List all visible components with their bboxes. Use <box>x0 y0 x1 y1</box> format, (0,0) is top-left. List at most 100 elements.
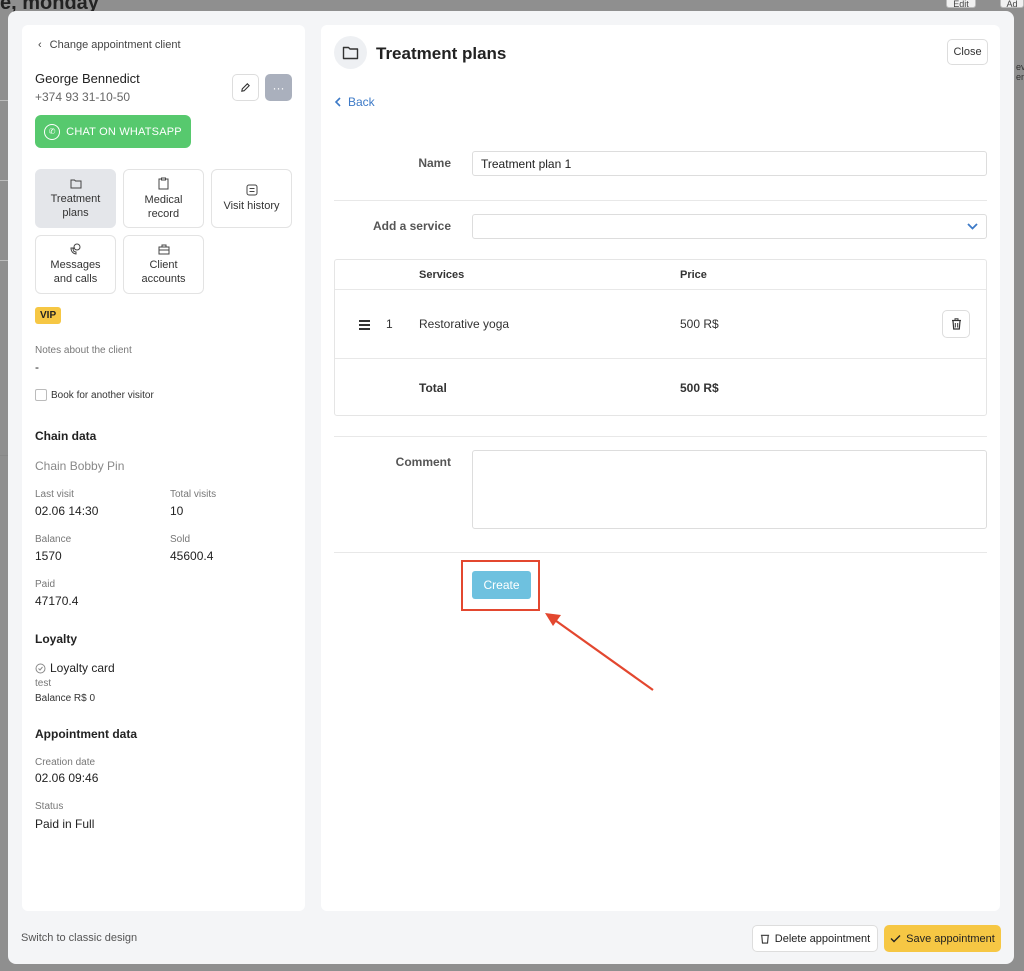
clipboard-icon <box>158 177 169 189</box>
more-options-button[interactable]: ··· <box>265 74 292 101</box>
balance-value: 1570 <box>35 549 62 563</box>
back-link[interactable]: Back <box>334 95 375 109</box>
panel-title: Treatment plans <box>376 44 507 63</box>
chevron-down-icon <box>967 223 978 230</box>
add-service-label: Add a service <box>372 219 451 233</box>
trash-icon <box>951 318 961 330</box>
switch-classic-design-link[interactable]: Switch to classic design <box>21 932 137 944</box>
sold-value: 45600.4 <box>170 549 214 563</box>
backdrop-gridline <box>0 180 8 181</box>
briefcase-icon <box>158 244 169 254</box>
tile-label: Treatment <box>50 192 101 205</box>
name-label: Name <box>418 156 451 170</box>
tile-medical-record[interactable]: Medical record <box>123 169 204 228</box>
divider <box>334 200 987 201</box>
appointment-data-heading: Appointment data <box>35 727 137 741</box>
save-appointment-button[interactable]: Save appointment <box>884 925 1001 952</box>
comment-textarea[interactable] <box>472 450 987 529</box>
comment-label: Comment <box>395 455 451 469</box>
backdrop-gridline <box>0 260 8 261</box>
create-highlight-box <box>461 560 540 611</box>
tile-label: Medical <box>144 193 183 206</box>
loyalty-balance: Balance R$ 0 <box>35 693 96 704</box>
appointment-modal: ‹ Change appointment client George Benne… <box>8 11 1014 964</box>
creation-date-value: 02.06 09:46 <box>35 771 99 785</box>
client-panel: ‹ Change appointment client George Benne… <box>22 25 305 911</box>
chain-name: Chain Bobby Pin <box>35 459 125 473</box>
tile-label: record <box>147 207 180 220</box>
trash-icon <box>760 934 769 944</box>
tile-label: Client <box>149 258 178 271</box>
back-label: Back <box>348 95 375 109</box>
status-label: Status <box>35 801 64 812</box>
table-row-divider <box>335 358 986 359</box>
backdrop-edit-button: Edit <box>946 0 976 8</box>
divider <box>334 436 987 437</box>
divider <box>334 552 987 553</box>
vip-badge: VIP <box>35 307 62 324</box>
treatment-plans-folder-badge <box>334 36 367 69</box>
tile-label: plans <box>62 206 89 219</box>
last-visit-label: Last visit <box>35 489 74 500</box>
client-name: George Bennedict <box>35 71 140 86</box>
row-price: 500 R$ <box>680 317 719 331</box>
delete-service-button[interactable] <box>942 310 970 338</box>
whatsapp-chat-button[interactable]: ✆ CHAT ON WHATSAPP <box>35 115 191 148</box>
backdrop-add-button: Ad <box>1000 0 1024 8</box>
total-visits-label: Total visits <box>170 489 217 500</box>
services-table: Services Price 1 Restorative yoga 500 R$… <box>334 259 987 416</box>
services-column-header: Services <box>419 269 465 281</box>
tile-messages-calls[interactable]: Messages and calls <box>35 235 116 294</box>
loyalty-card-icon <box>35 663 46 673</box>
client-phone: +374 93 31-10-50 <box>35 90 131 104</box>
total-visits-value: 10 <box>170 504 184 518</box>
change-client-link[interactable]: ‹ Change appointment client <box>38 39 181 51</box>
plan-name-input[interactable]: Treatment plan 1 <box>472 151 987 176</box>
folder-icon <box>342 46 359 60</box>
backdrop-gridline <box>0 455 8 456</box>
status-value: Paid in Full <box>35 817 95 831</box>
whatsapp-label: CHAT ON WHATSAPP <box>66 125 182 138</box>
balance-label: Balance <box>35 534 72 545</box>
sold-label: Sold <box>170 534 191 545</box>
book-other-label: Book for another visitor <box>51 389 154 401</box>
tile-visit-history[interactable]: Visit history <box>211 169 292 228</box>
row-index: 1 <box>386 317 393 331</box>
tile-label: Visit history <box>223 200 280 212</box>
book-other-checkbox[interactable] <box>35 389 47 401</box>
loyalty-card-sub: test <box>35 678 52 689</box>
paid-label: Paid <box>35 579 56 590</box>
delete-appointment-button[interactable]: Delete appointment <box>752 925 878 952</box>
delete-appointment-label: Delete appointment <box>774 932 871 945</box>
last-visit-value: 02.06 14:30 <box>35 504 99 518</box>
treatment-plans-panel: Treatment plans Close Back Name Treatmen… <box>321 25 1000 911</box>
chevron-left-icon: ‹ <box>38 39 42 51</box>
edit-client-button[interactable] <box>232 74 259 101</box>
chat-phone-icon <box>70 243 81 255</box>
loyalty-card-label: Loyalty card <box>50 661 115 675</box>
total-value: 500 R$ <box>680 381 719 395</box>
change-client-label: Change appointment client <box>49 39 181 51</box>
folder-icon <box>70 179 81 188</box>
creation-date-label: Creation date <box>35 757 96 768</box>
drag-handle-icon[interactable] <box>359 320 370 330</box>
save-appointment-label: Save appointment <box>906 932 995 945</box>
row-service: Restorative yoga <box>419 317 510 331</box>
loyalty-heading: Loyalty <box>35 632 78 646</box>
whatsapp-icon: ✆ <box>44 123 61 140</box>
more-icon: ··· <box>272 80 285 95</box>
tile-client-accounts[interactable]: Client accounts <box>123 235 204 294</box>
backdrop-side-text: ev er <box>1016 62 1024 82</box>
add-service-select[interactable] <box>472 214 987 239</box>
tile-label: Messages <box>50 259 101 271</box>
close-button[interactable]: Close <box>947 39 988 65</box>
total-label: Total <box>419 381 447 395</box>
tile-label: and calls <box>53 273 98 285</box>
chevron-left-icon <box>334 97 341 107</box>
tile-treatment-plans[interactable]: Treatment plans <box>35 169 116 228</box>
book-other-visitor[interactable]: Book for another visitor <box>35 389 154 401</box>
tile-label: accounts <box>141 272 186 285</box>
notes-value: - <box>35 360 39 374</box>
history-icon <box>246 184 257 196</box>
table-row: 1 Restorative yoga 500 R$ <box>335 290 986 358</box>
